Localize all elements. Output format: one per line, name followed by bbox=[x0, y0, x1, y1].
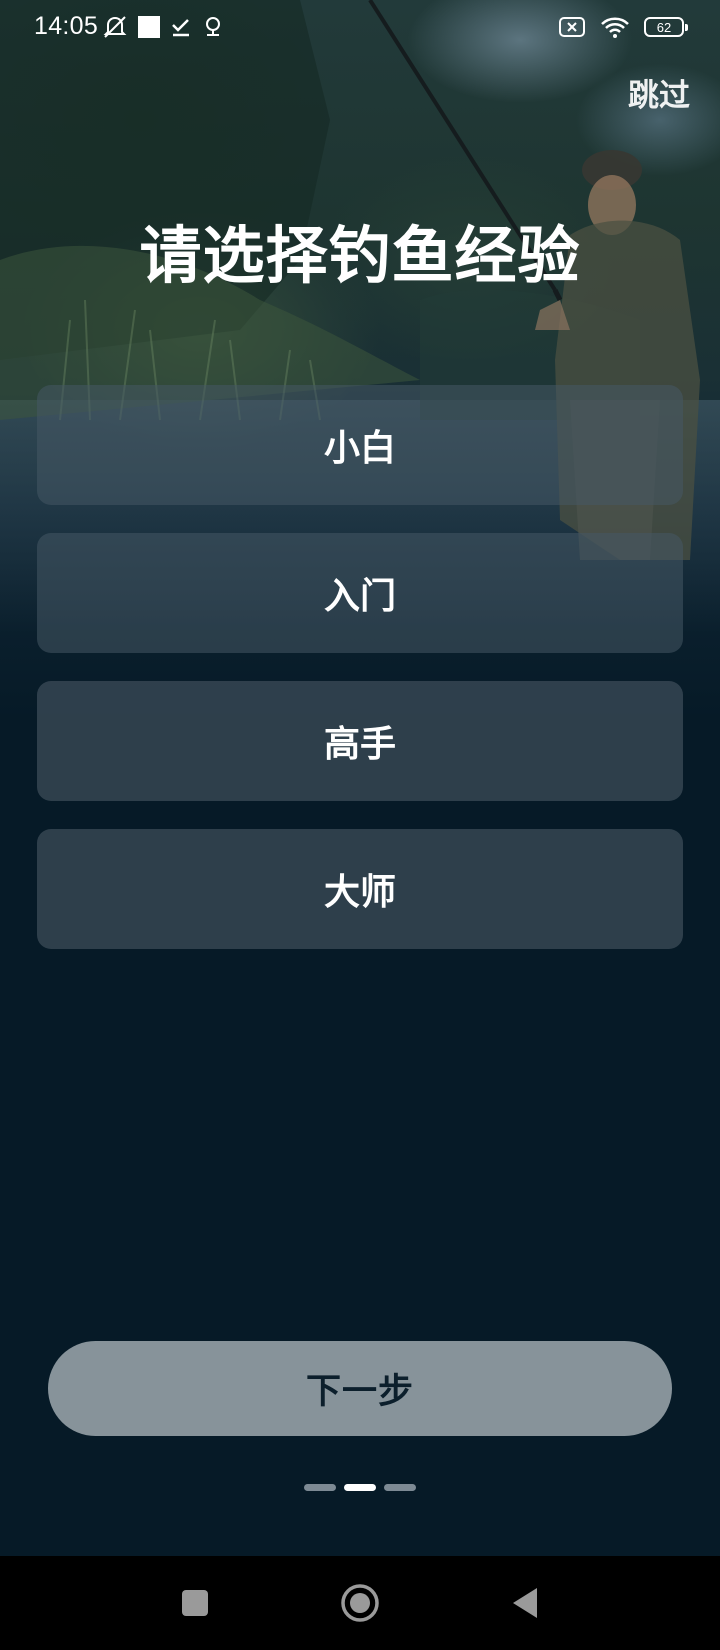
onboarding-screen: 14:05 62 跳过 请选择钓鱼经验 小白 入门 高手 大师 下一步 bbox=[0, 0, 720, 1650]
option-entry[interactable]: 入门 bbox=[37, 533, 683, 653]
page-dot-2-active bbox=[344, 1484, 376, 1491]
option-beginner[interactable]: 小白 bbox=[37, 385, 683, 505]
check-download-icon bbox=[172, 19, 189, 37]
battery-level: 62 bbox=[656, 19, 672, 35]
status-time: 14:05 bbox=[34, 12, 99, 40]
page-title: 请选择钓鱼经验 bbox=[139, 219, 581, 292]
square-notification-icon bbox=[138, 16, 160, 38]
status-bar: 14:05 62 bbox=[0, 0, 720, 56]
mute-icon bbox=[103, 16, 127, 38]
location-icon bbox=[206, 17, 220, 36]
page-dot-3 bbox=[384, 1484, 416, 1491]
home-circle-icon bbox=[341, 1584, 379, 1622]
page-indicator bbox=[304, 1484, 416, 1491]
option-expert[interactable]: 高手 bbox=[37, 681, 683, 801]
experience-options: 小白 入门 高手 大师 bbox=[37, 385, 683, 977]
page-dot-1 bbox=[304, 1484, 336, 1491]
recent-apps-button[interactable] bbox=[170, 1556, 220, 1650]
sim-error-icon bbox=[559, 17, 585, 37]
next-step-button[interactable]: 下一步 bbox=[48, 1341, 672, 1436]
system-nav-bar bbox=[0, 1556, 720, 1650]
status-right-icons: 62 bbox=[558, 12, 688, 42]
square-icon bbox=[182, 1590, 208, 1616]
back-triangle-icon bbox=[513, 1588, 537, 1618]
battery-icon: 62 bbox=[644, 17, 688, 37]
option-master[interactable]: 大师 bbox=[37, 829, 683, 949]
skip-button[interactable]: 跳过 bbox=[628, 70, 690, 115]
home-button[interactable] bbox=[335, 1556, 385, 1650]
back-button[interactable] bbox=[500, 1556, 550, 1650]
status-left-icons bbox=[102, 12, 224, 42]
wifi-icon bbox=[601, 17, 629, 38]
